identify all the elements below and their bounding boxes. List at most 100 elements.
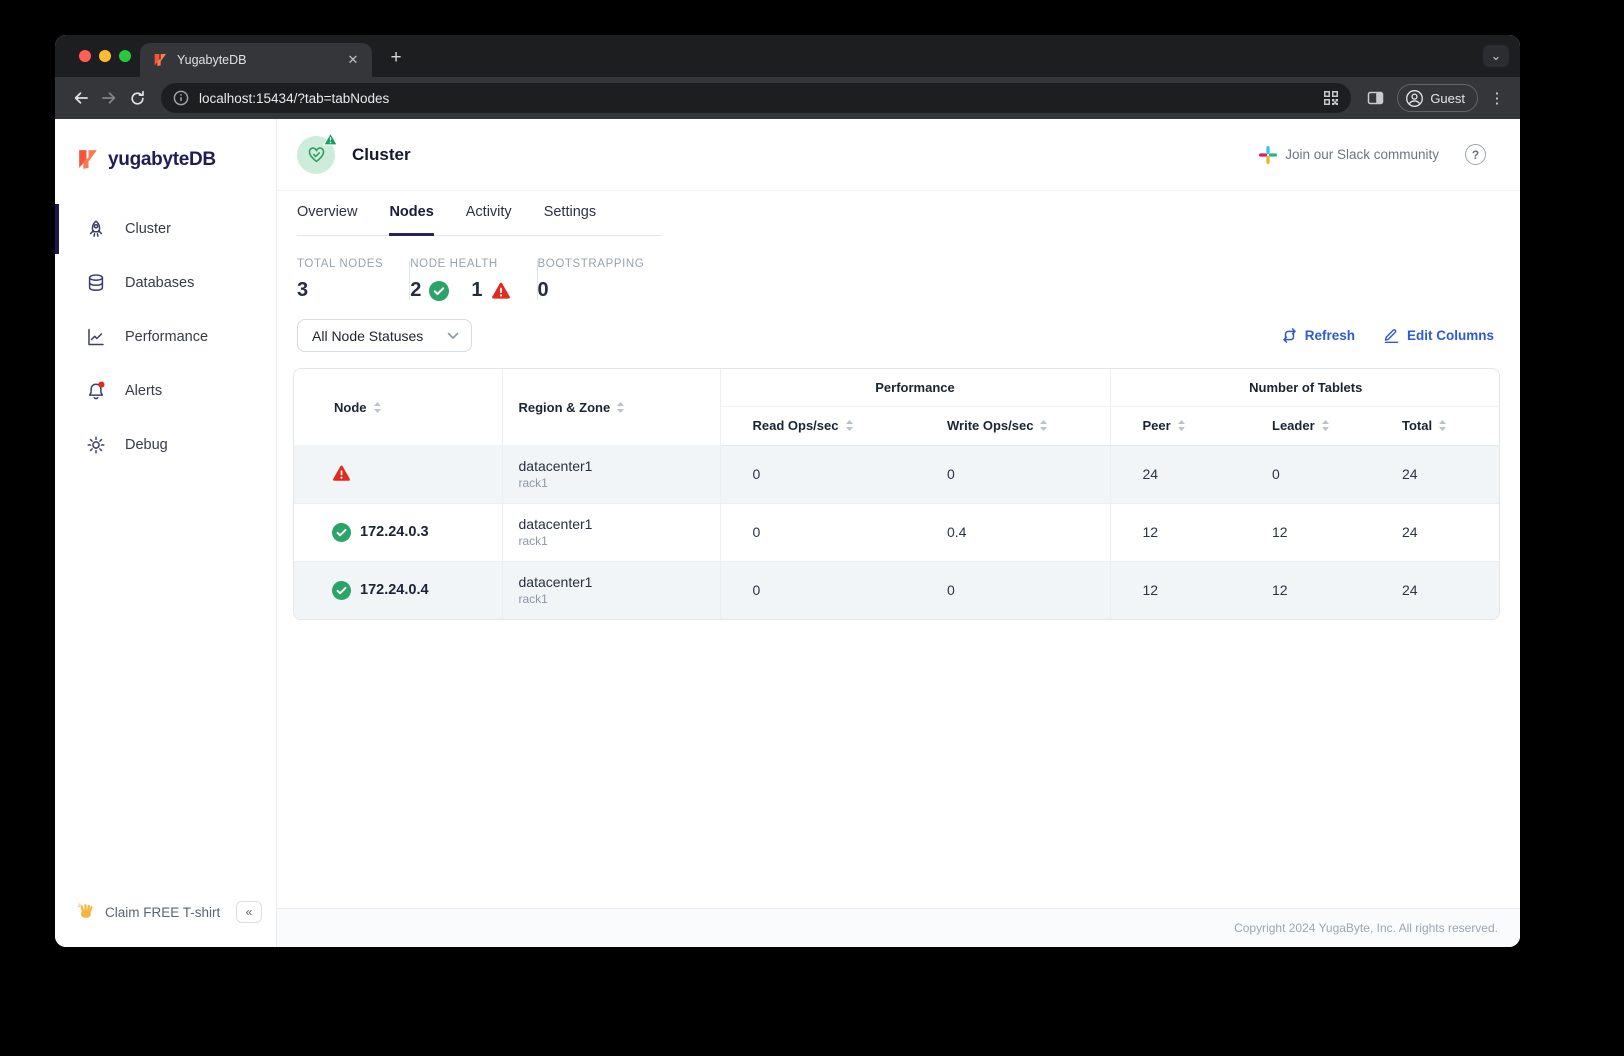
refresh-label: Refresh (1305, 328, 1355, 343)
edit-columns-button[interactable]: Edit Columns (1383, 327, 1494, 344)
profile-button[interactable]: Guest (1397, 84, 1478, 112)
app-root: yugabyteDB Cluster (55, 119, 1520, 947)
database-icon (85, 272, 107, 294)
alerts-badge-dot (98, 382, 104, 388)
sidebar-item-debug[interactable]: Debug (55, 418, 276, 472)
read-ops: 0 (720, 561, 915, 619)
peer-tablets: 24 (1110, 445, 1240, 503)
leader-tablets: 12 (1240, 503, 1370, 561)
warning-triangle-icon (491, 281, 511, 301)
column-header-node[interactable]: Node (294, 369, 502, 445)
refresh-icon (1281, 327, 1298, 344)
profile-label: Guest (1430, 91, 1465, 106)
sort-icon (1177, 419, 1186, 432)
zoom-window-button[interactable] (119, 50, 131, 62)
sidebar-footer: Claim FREE T-shirt « (55, 901, 276, 947)
browser-menu-icon[interactable]: ⋮ (1486, 89, 1508, 107)
node-status-select-value: All Node Statuses (312, 328, 423, 344)
stat-label: NODE HEALTH (410, 258, 510, 270)
back-icon[interactable] (67, 84, 95, 112)
help-button[interactable]: ? (1465, 144, 1486, 165)
column-header-region-zone[interactable]: Region & Zone (502, 369, 720, 445)
sidebar-item-label: Databases (125, 275, 194, 291)
table-toolbar: All Node Statuses (277, 319, 1520, 352)
logo-text: yugabyteDB (108, 149, 216, 171)
traffic-lights (79, 50, 131, 62)
tab-nodes[interactable]: Nodes (389, 191, 433, 235)
slack-link-label: Join our Slack community (1285, 147, 1439, 162)
forward-icon[interactable] (95, 84, 123, 112)
main-content: Cluster Join our Slack (277, 119, 1520, 947)
column-header-total[interactable]: Total (1370, 406, 1500, 445)
chart-icon (85, 326, 107, 348)
sort-icon (845, 419, 854, 432)
total-tablets: 24 (1370, 503, 1500, 561)
total-tablets: 24 (1370, 445, 1500, 503)
tab-overview[interactable]: Overview (297, 191, 357, 235)
sidebar-item-performance[interactable]: Performance (55, 310, 276, 364)
table-row: datacenter1 rack1 0 0 24 0 24 (294, 445, 1500, 503)
tab-close-icon[interactable]: ✕ (344, 51, 362, 69)
unhealthy-count: 1 (471, 279, 482, 302)
nodes-table: Node Region & Zone (293, 368, 1500, 620)
url-bar[interactable]: localhost:15434/?tab=tabNodes (161, 83, 1351, 113)
read-ops: 0 (720, 445, 915, 503)
browser-tabstrip: YugabyteDB ✕ + ⌄ (55, 35, 1520, 77)
column-header-read-ops[interactable]: Read Ops/sec (720, 406, 915, 445)
stat-bootstrapping: BOOTSTRAPPING 0 (538, 258, 671, 302)
check-circle-icon (332, 523, 351, 542)
leader-tablets: 12 (1240, 561, 1370, 619)
new-tab-button[interactable]: + (384, 46, 408, 70)
sort-icon (1321, 419, 1330, 432)
refresh-button[interactable]: Refresh (1281, 327, 1355, 344)
sidebar-item-label: Debug (125, 437, 168, 453)
screenshot-stage: YugabyteDB ✕ + ⌄ (0, 0, 1624, 1056)
peer-tablets: 12 (1110, 561, 1240, 619)
qr-code-icon[interactable] (1323, 90, 1339, 106)
stats-row: TOTAL NODES 3 NODE HEALTH 2 (277, 236, 1520, 302)
sidebar-collapse-button[interactable]: « (236, 901, 262, 923)
sidebar-item-databases[interactable]: Databases (55, 256, 276, 310)
bell-icon (85, 380, 107, 402)
sidebar-item-alerts[interactable]: Alerts (55, 364, 276, 418)
browser-tab[interactable]: YugabyteDB ✕ (140, 43, 372, 77)
url-text[interactable]: localhost:15434/?tab=tabNodes (199, 91, 1323, 106)
close-window-button[interactable] (79, 50, 91, 62)
node-status-select[interactable]: All Node Statuses (297, 319, 472, 352)
cluster-health-icon (297, 136, 335, 174)
tab-activity[interactable]: Activity (466, 191, 512, 235)
sidebar-nav: Cluster Databases (55, 202, 276, 472)
claim-tshirt-link[interactable]: Claim FREE T-shirt (105, 905, 226, 920)
rocket-icon (85, 218, 107, 240)
page-footer: Copyright 2024 YugaByte, Inc. All rights… (277, 908, 1520, 947)
column-header-write-ops[interactable]: Write Ops/sec (915, 406, 1110, 445)
sidebar-item-cluster[interactable]: Cluster (55, 202, 276, 256)
tab-settings[interactable]: Settings (544, 191, 596, 235)
column-header-peer[interactable]: Peer (1110, 406, 1240, 445)
tab-overflow-chevron-icon[interactable]: ⌄ (1483, 45, 1509, 67)
sidebar-item-label: Cluster (125, 221, 171, 237)
side-panel-icon[interactable] (1361, 84, 1389, 112)
sort-icon (616, 401, 625, 414)
total-tablets: 24 (1370, 561, 1500, 619)
logo[interactable]: yugabyteDB (55, 119, 276, 196)
reload-icon[interactable] (123, 84, 151, 112)
region: datacenter1 (519, 574, 720, 590)
write-ops: 0 (915, 561, 1110, 619)
yugabytedb-favicon-icon (152, 52, 168, 68)
stat-label: TOTAL NODES (297, 258, 383, 270)
browser-window: YugabyteDB ✕ + ⌄ (55, 35, 1520, 947)
stat-label: BOOTSTRAPPING (538, 258, 645, 270)
site-info-icon[interactable] (173, 90, 189, 106)
minimize-window-button[interactable] (99, 50, 111, 62)
column-header-leader[interactable]: Leader (1240, 406, 1370, 445)
sort-icon (373, 401, 382, 414)
sidebar-item-label: Performance (125, 329, 208, 345)
sort-icon (1438, 419, 1447, 432)
region: datacenter1 (519, 516, 720, 532)
read-ops: 0 (720, 503, 915, 561)
yugabytedb-logo-icon (75, 147, 100, 172)
slack-community-link[interactable]: Join our Slack community (1259, 146, 1439, 164)
zone: rack1 (519, 592, 720, 606)
peer-tablets: 12 (1110, 503, 1240, 561)
